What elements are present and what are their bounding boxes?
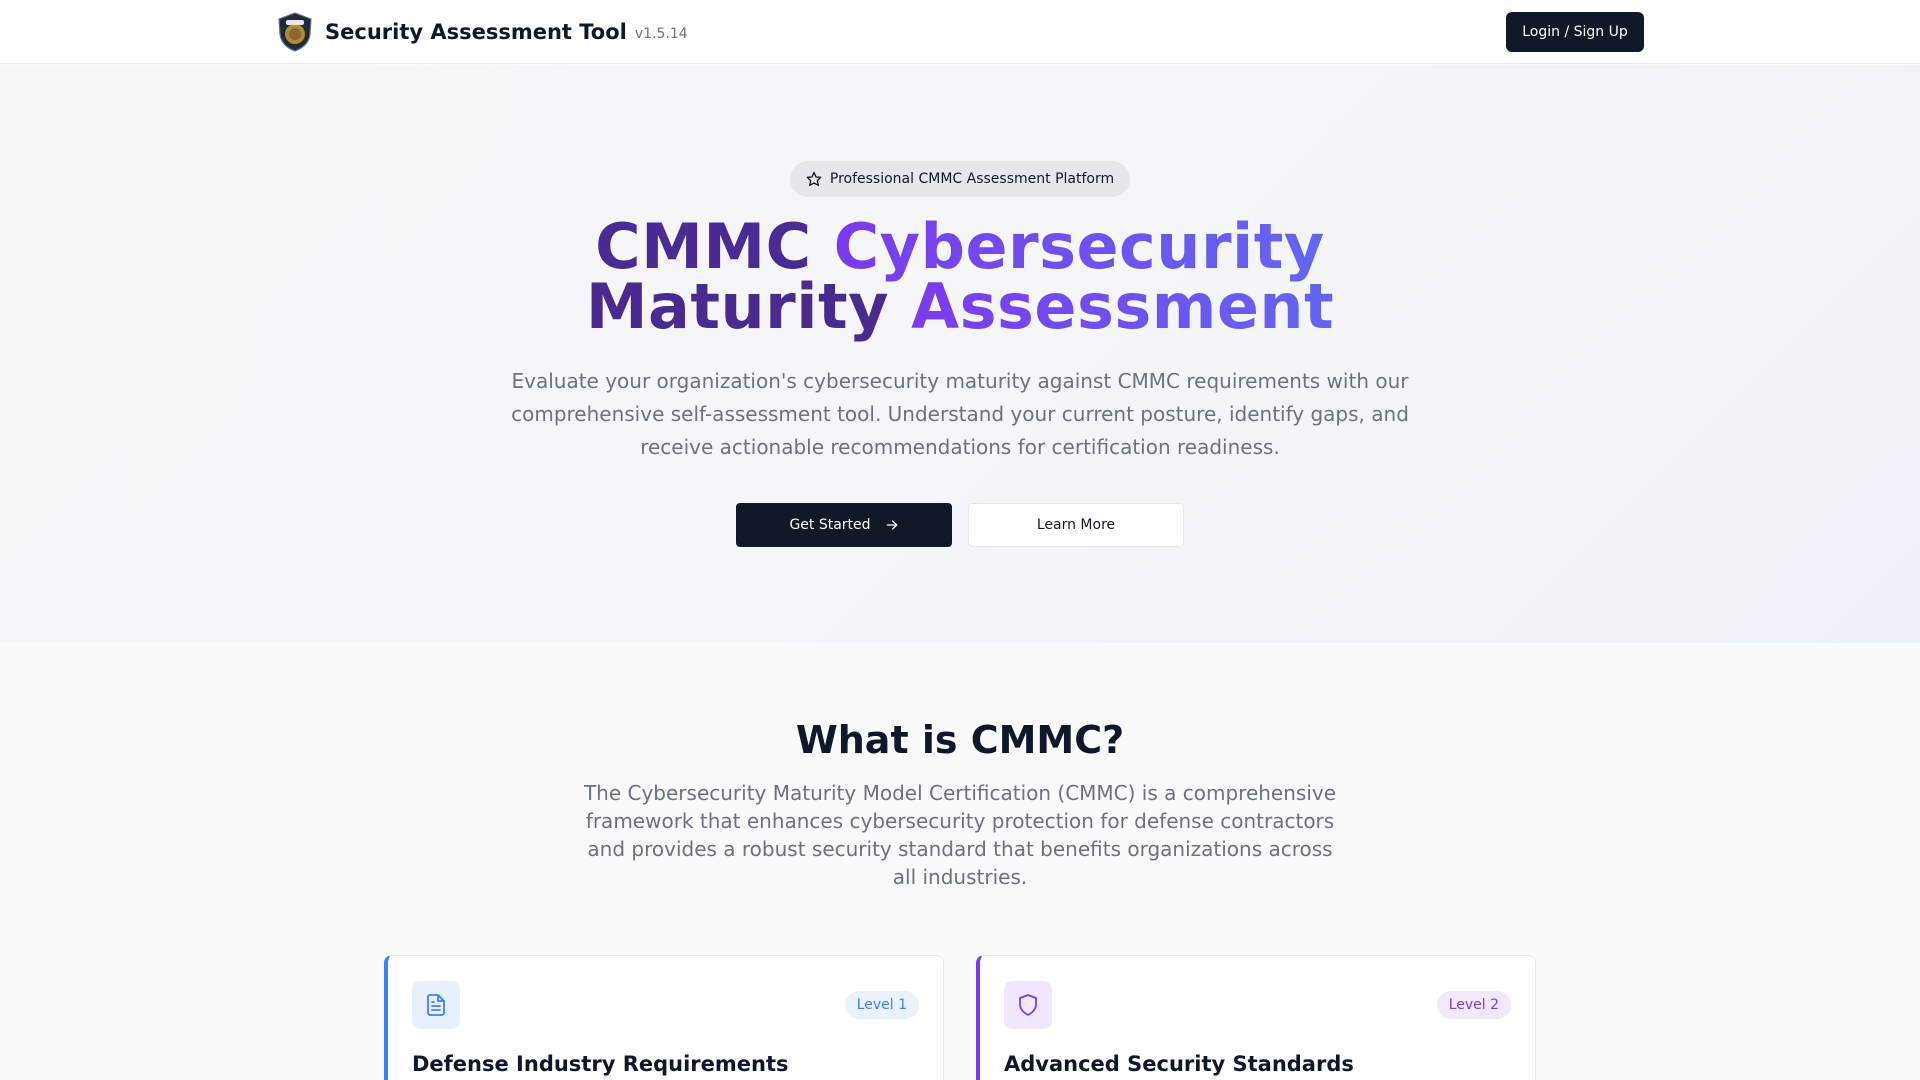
login-signup-button[interactable]: Login / Sign Up <box>1506 12 1644 52</box>
level-badge: Level 2 <box>1436 991 1511 1019</box>
shield-icon <box>1019 994 1037 1016</box>
get-started-button[interactable]: Get Started <box>736 503 952 547</box>
section-title: What is CMMC? <box>795 718 1125 762</box>
card-title: Advanced Security Standards <box>1004 1052 1354 1076</box>
shield-logo-icon <box>278 12 312 52</box>
hero-title: CMMC Cybersecurity Maturity Assessment <box>460 216 1460 338</box>
hero-description: Evaluate your organization's cybersecuri… <box>511 369 1409 459</box>
card-title: Defense Industry Requirements <box>412 1052 789 1076</box>
star-icon <box>806 171 822 186</box>
learn-more-button[interactable]: Learn More <box>968 503 1184 547</box>
hero-title-word-4: Assessment <box>911 270 1335 343</box>
card-icon-container <box>1004 981 1052 1029</box>
app-title: Security Assessment Tool <box>325 20 627 44</box>
level-badge: Level 1 <box>844 991 919 1019</box>
document-icon <box>427 994 445 1016</box>
level-card[interactable]: Level 1 Defense Industry Requirements <box>384 955 944 1080</box>
app-version: v1.5.14 <box>634 26 688 42</box>
section-description: The Cybersecurity Maturity Model Certifi… <box>583 781 1337 889</box>
get-started-label: Get Started <box>789 517 871 533</box>
platform-badge: Professional CMMC Assessment Platform <box>790 161 1130 197</box>
top-navbar: Security Assessment Tool v1.5.14 Login /… <box>0 0 1920 64</box>
level-card[interactable]: Level 2 Advanced Security Standards <box>976 955 1536 1080</box>
platform-badge-label: Professional CMMC Assessment Platform <box>829 171 1115 187</box>
hero-section: Professional CMMC Assessment Platform CM… <box>0 65 1920 643</box>
arrow-right-icon <box>886 520 897 530</box>
card-icon-container <box>412 981 460 1029</box>
hero-title-word-3: Maturity <box>585 270 890 343</box>
brand[interactable]: Security Assessment Tool v1.5.14 <box>277 12 688 52</box>
